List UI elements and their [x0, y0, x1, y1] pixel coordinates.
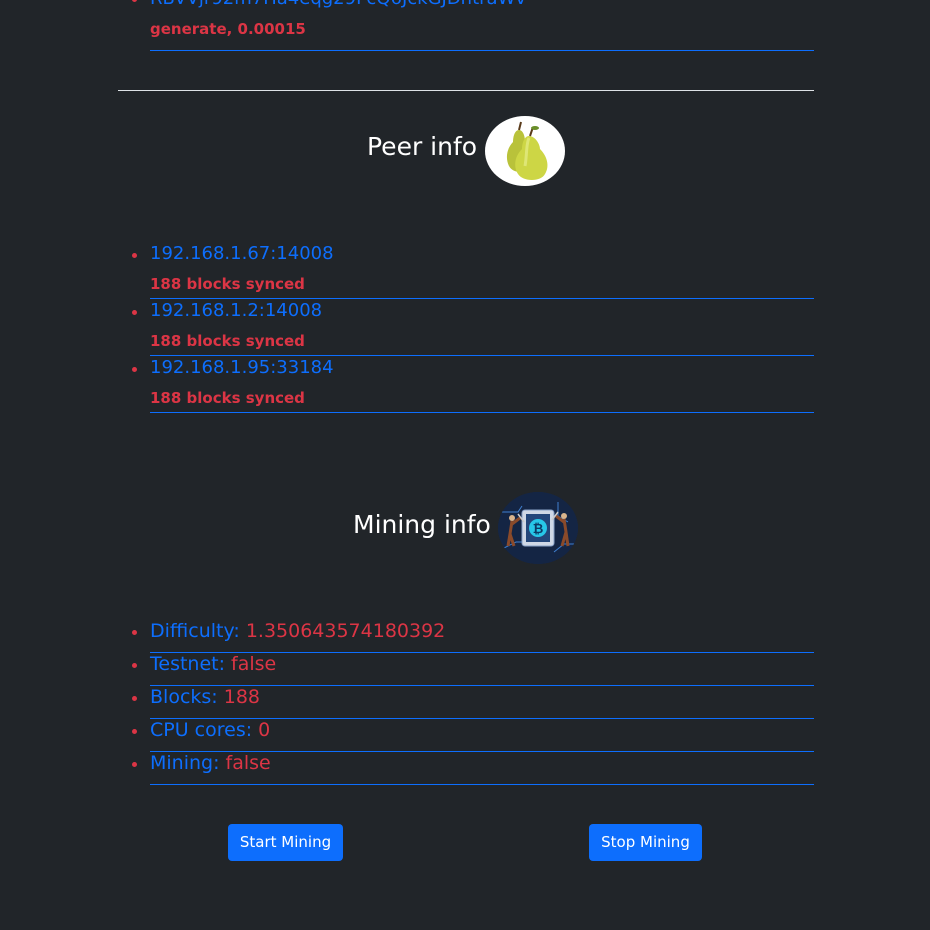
bullet-icon — [132, 663, 137, 668]
mining-info-value: 0 — [258, 719, 271, 741]
mining-info-value: false — [225, 752, 271, 774]
peer-address[interactable]: 192.168.1.67:14008 — [150, 243, 814, 265]
mining-info-label: Blocks: — [150, 686, 218, 708]
bullet-icon — [132, 696, 137, 701]
mining-info-item-mining: Mining: false — [132, 752, 814, 785]
mining-info-label: Mining: — [150, 752, 220, 774]
transaction-detail: generate, 0.00015 — [150, 20, 306, 38]
mining-info-item-blocks: Blocks: 188 — [132, 686, 814, 719]
bullet-icon — [132, 253, 137, 258]
page: RBVVjr92m7Ha4eqg29FcQ6JckGJDhtraWv gener… — [0, 0, 930, 930]
bullet-icon — [132, 310, 137, 315]
pear-icon — [485, 116, 565, 186]
stop-mining-button[interactable]: Stop Mining — [589, 824, 702, 861]
peer-sync-status: 188 blocks synced — [150, 275, 305, 293]
mining-info-item-cpu-cores: CPU cores: 0 — [132, 719, 814, 752]
bullet-icon — [132, 630, 137, 635]
bullet-icon — [132, 367, 137, 372]
mining-info-value: 188 — [223, 686, 260, 708]
mining-info-label: Testnet: — [150, 653, 225, 675]
section-divider — [118, 90, 814, 91]
peer-address[interactable]: 192.168.1.95:33184 — [150, 357, 814, 379]
bullet-icon — [132, 762, 137, 767]
bitcoin-mining-icon: ₿ — [498, 492, 578, 564]
svg-text:₿: ₿ — [533, 522, 544, 537]
mining-info-title: Mining info — [353, 510, 491, 539]
mining-info-item-testnet: Testnet: false — [132, 653, 814, 686]
mining-info-value: 1.350643574180392 — [245, 620, 446, 642]
start-mining-button[interactable]: Start Mining — [228, 824, 343, 861]
mining-info-value: false — [231, 653, 277, 675]
peer-address[interactable]: 192.168.1.2:14008 — [150, 300, 814, 322]
mining-info-label: CPU cores: — [150, 719, 253, 741]
transaction-item: RBVVjr92m7Ha4eqg29FcQ6JckGJDhtraWv gener… — [132, 0, 814, 51]
bullet-icon — [132, 0, 137, 2]
peer-item: 192.168.1.67:14008 188 blocks synced — [132, 243, 814, 299]
mining-info-label: Difficulty: — [150, 620, 240, 642]
mining-info-item-difficulty: Difficulty: 1.350643574180392 — [132, 620, 814, 653]
peer-sync-status: 188 blocks synced — [150, 332, 305, 350]
peer-info-title: Peer info — [367, 132, 478, 161]
bullet-icon — [132, 729, 137, 734]
peer-item: 192.168.1.95:33184 188 blocks synced — [132, 357, 814, 413]
transaction-address[interactable]: RBVVjr92m7Ha4eqg29FcQ6JckGJDhtraWv — [150, 0, 814, 10]
peer-item: 192.168.1.2:14008 188 blocks synced — [132, 300, 814, 356]
peer-sync-status: 188 blocks synced — [150, 389, 305, 407]
